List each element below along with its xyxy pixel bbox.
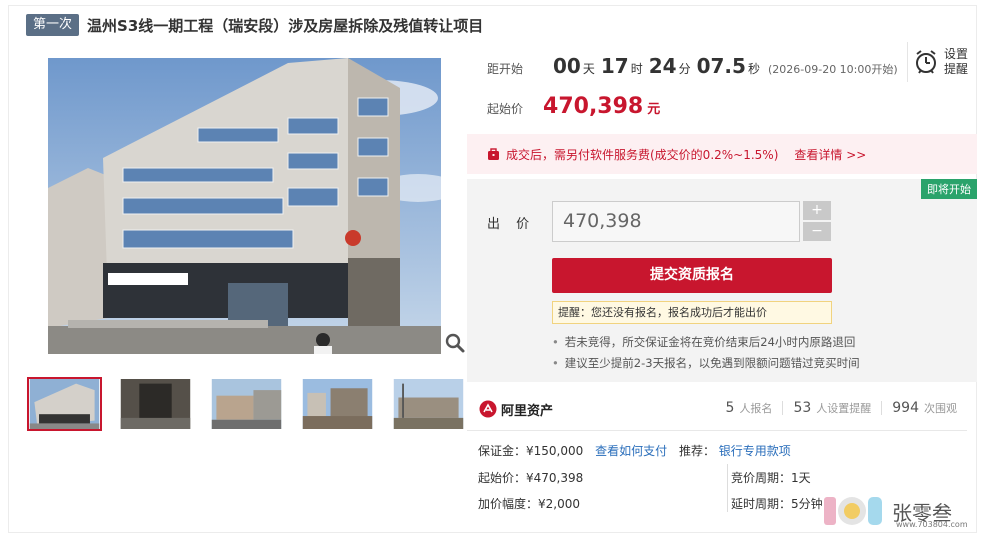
service-fee-notice: 成交后，需另付软件服务费(成交价的0.2%~1.5%) 查看详情 >>	[467, 134, 977, 174]
start-time-note: (2026-09-20 10:00开始)	[767, 63, 898, 76]
thumbnail-3[interactable]	[209, 377, 284, 431]
info-divider	[727, 464, 728, 512]
stat-divider	[782, 401, 784, 415]
increment-value: ¥2,000	[538, 497, 581, 511]
cycle-value: 1天	[791, 471, 811, 485]
countdown-hours-unit: 时	[630, 62, 643, 76]
set-reminder-button[interactable]: 设置提醒	[907, 42, 970, 82]
reminder-label: 人设置提醒	[816, 402, 872, 415]
thumbnail-4[interactable]	[300, 377, 375, 431]
platform-name: 阿里资产	[501, 403, 554, 419]
view-details-link[interactable]: 查看详情 >>	[794, 146, 866, 163]
start-price-value: 470,398	[543, 94, 644, 119]
building-photo	[48, 58, 441, 354]
alarm-clock-icon	[916, 50, 936, 74]
submit-registration-button[interactable]: 提交资质报名	[552, 258, 832, 293]
thumbnail-1[interactable]	[27, 377, 102, 431]
magnifier-icon	[445, 333, 465, 353]
countdown: 距开始 00 天 17 时 24 分 07.5 秒 (2026-09-20 10…	[487, 54, 898, 78]
countdown-seconds: 07.5	[696, 54, 746, 78]
cycle-label: 竞价周期：	[731, 471, 792, 485]
delay-label: 延时周期：	[731, 497, 792, 511]
thumbnail-5[interactable]	[391, 377, 466, 431]
start-price-detail-label: 起始价：	[478, 471, 527, 485]
watermark-url: www.703804.com	[896, 520, 968, 529]
increment-label: 加价幅度：	[478, 497, 539, 511]
deposit-value: ¥150,000	[526, 444, 584, 458]
platform-stats: 阿里资产 5 人报名 53 人设置提醒 994 次围观	[467, 388, 967, 431]
recommend-label: 推荐：	[678, 444, 715, 458]
ali-assets-logo: 阿里资产	[479, 400, 553, 419]
countdown-minutes: 24	[648, 54, 677, 78]
view-label: 次围观	[924, 402, 957, 415]
bid-price-input[interactable]: 470,398	[552, 201, 800, 242]
start-price-label: 起始价	[487, 102, 524, 116]
countdown-days: 00	[553, 54, 581, 78]
thumbnail-2[interactable]	[118, 377, 193, 431]
bid-note-advance: 建议至少提前2-3天报名，以免遇到限额问题错过竞买时间	[552, 353, 860, 374]
deposit-label: 保证金：	[478, 444, 527, 458]
auction-summary: 距开始 00 天 17 时 24 分 07.5 秒 (2026-09-20 10…	[467, 38, 977, 134]
increment-detail: 加价幅度：¥2,000	[478, 495, 580, 512]
zoom-button[interactable]	[444, 332, 466, 354]
stat-divider	[881, 401, 883, 415]
decrease-price-button[interactable]: −	[803, 222, 831, 241]
how-to-pay-link[interactable]: 查看如何支付	[595, 444, 667, 458]
start-price-detail: 起始价：¥470,398	[478, 469, 583, 486]
signup-label: 人报名	[739, 402, 773, 415]
deposit-row: 保证金：¥150,000 查看如何支付 推荐： 银行专用款项	[478, 442, 791, 459]
start-price-detail-value: ¥470,398	[526, 471, 584, 485]
stats-counters: 5 人报名 53 人设置提醒 994 次围观	[726, 400, 967, 416]
start-price-row: 起始价 470,398 元	[487, 94, 660, 119]
registration-tip: 提醒：您还没有报名，报名成功后才能出价	[552, 301, 832, 324]
bid-panel: 即将开始 出 价 470,398 + − 提交资质报名 提醒：您还没有报名，报名…	[467, 179, 977, 382]
delay-detail: 延时周期：5分钟	[731, 495, 823, 512]
title-row: 第一次 温州S3线一期工程（瑞安段）涉及房屋拆除及残值转让项目	[26, 12, 483, 38]
watermark: 张零叁 www.703804.com	[822, 490, 972, 532]
reminder-count: 53	[793, 400, 812, 416]
round-badge: 第一次	[26, 14, 80, 36]
bid-note-refund: 若未竞得，所交保证金将在竞价结束后24小时内原路退回	[552, 332, 860, 353]
page-title: 温州S3线一期工程（瑞安段）涉及房屋拆除及残值转让项目	[87, 16, 484, 35]
cycle-detail: 竞价周期：1天	[731, 469, 811, 486]
view-count: 994	[892, 400, 919, 416]
bag-icon	[488, 147, 499, 160]
bid-notes: 若未竞得，所交保证金将在竞价结束后24小时内原路退回 建议至少提前2-3天报名，…	[552, 332, 860, 374]
thumbnail-strip	[27, 377, 466, 431]
main-photo[interactable]	[48, 58, 441, 354]
countdown-label: 距开始	[487, 62, 524, 76]
ali-assets-icon	[479, 400, 497, 418]
bank-payment-link[interactable]: 银行专用款项	[719, 444, 791, 458]
bid-label: 出 价	[487, 217, 536, 232]
countdown-hours: 17	[600, 54, 629, 78]
set-reminder-label: 设置提醒	[944, 47, 969, 76]
watermark-logo-icon	[824, 497, 882, 525]
countdown-seconds-unit: 秒	[747, 62, 760, 76]
signup-count: 5	[725, 400, 735, 416]
increase-price-button[interactable]: +	[803, 201, 831, 220]
countdown-minutes-unit: 分	[678, 62, 691, 76]
status-badge: 即将开始	[921, 179, 977, 199]
countdown-days-unit: 天	[582, 62, 595, 76]
service-fee-text: 成交后，需另付软件服务费(成交价的0.2%~1.5%)	[506, 147, 779, 162]
start-price-unit: 元	[647, 102, 661, 117]
delay-value: 5分钟	[791, 497, 823, 511]
